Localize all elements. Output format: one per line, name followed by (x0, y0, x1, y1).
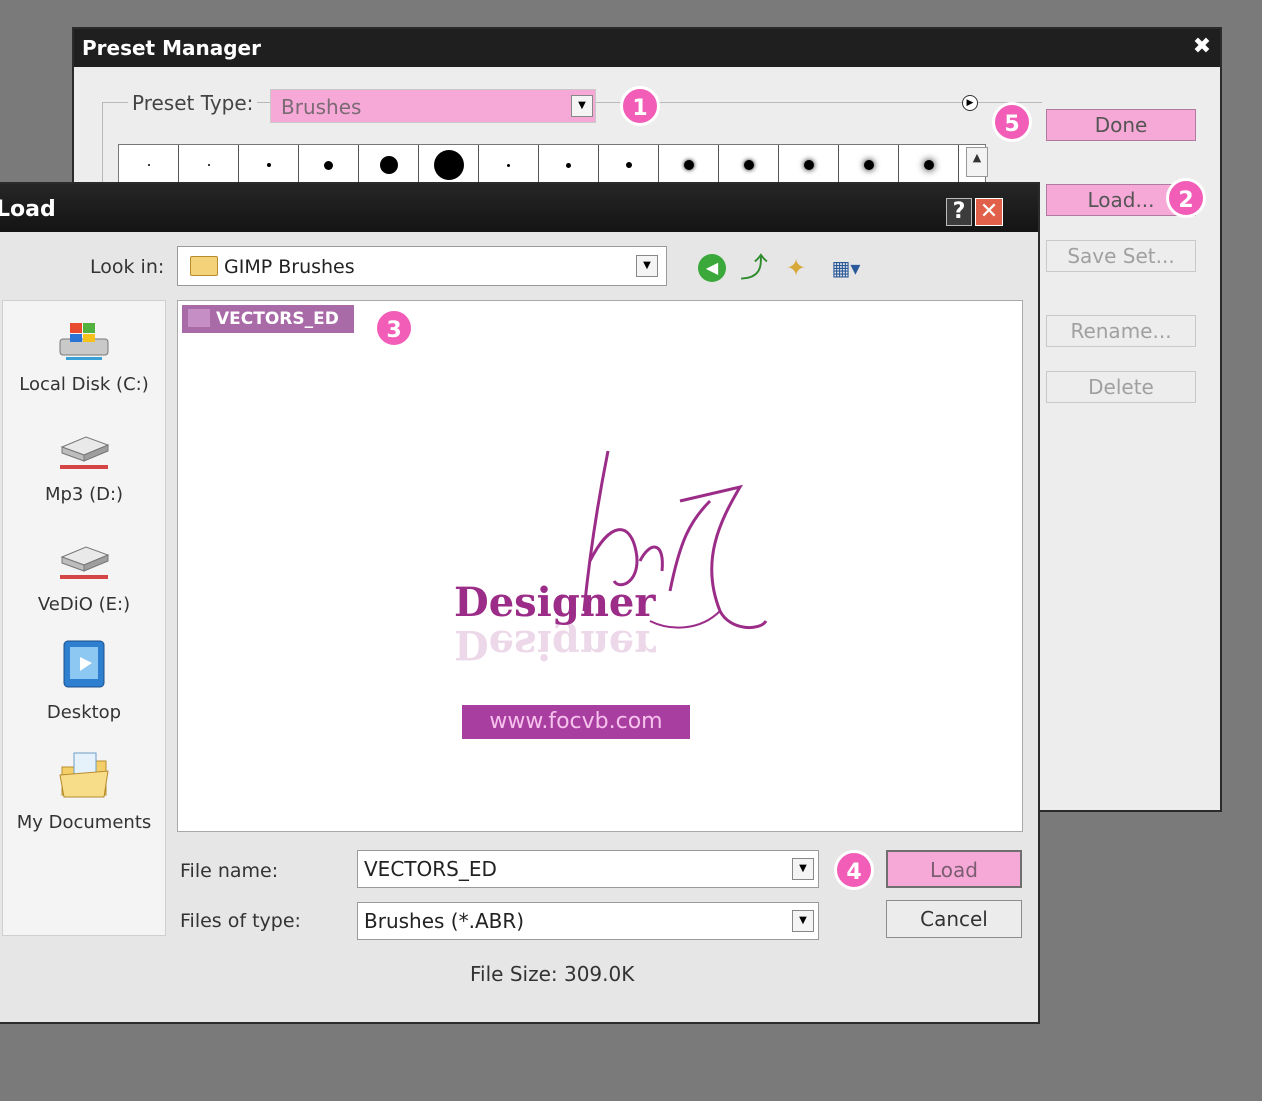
place-desktop[interactable]: Desktop (3, 637, 165, 723)
place-label: Mp3 (D:) (44, 484, 124, 505)
delete-button[interactable]: Delete (1046, 371, 1196, 403)
load-button[interactable]: Load (886, 850, 1022, 888)
brush-thumb[interactable] (119, 145, 179, 185)
brush-thumb[interactable] (299, 145, 359, 185)
files-of-type-label: Files of type: (180, 910, 301, 932)
place-label: My Documents (16, 812, 152, 833)
brush-thumb[interactable] (539, 145, 599, 185)
brush-thumb[interactable] (839, 145, 899, 185)
view-menu-icon[interactable]: ▦▾ (828, 254, 864, 282)
load-dialog-title: Load (0, 184, 1038, 232)
new-folder-icon[interactable]: ✦ (782, 254, 810, 282)
files-of-type-value: Brushes (*.ABR) (364, 909, 525, 933)
preset-type-label: Preset Type: (128, 91, 258, 115)
file-name-field[interactable]: VECTORS_ED ▼ (357, 850, 819, 888)
preset-manager-title: Preset Manager (74, 29, 1220, 67)
logo-reflection: Designer (454, 621, 656, 668)
up-folder-icon[interactable]: ⤴ (740, 254, 768, 282)
place-label: Local Disk (C:) (19, 374, 149, 395)
brush-preview-strip[interactable] (118, 144, 986, 186)
back-icon[interactable]: ◀ (698, 254, 726, 282)
brush-thumb[interactable] (899, 145, 959, 185)
file-size-readout: File Size: 309.0K (470, 962, 635, 986)
preset-type-select[interactable]: Brushes ▼ (270, 89, 596, 123)
help-icon[interactable]: ? (946, 198, 972, 226)
brush-thumb[interactable] (239, 145, 299, 185)
step-badge-4: 4 (834, 850, 874, 890)
save-set-button[interactable]: Save Set... (1046, 240, 1196, 272)
place-local-disk[interactable]: Local Disk (C:) (3, 319, 165, 395)
places-bar: Local Disk (C:) Mp3 (D:) VeDiO (E:) Desk… (2, 300, 166, 936)
close-icon[interactable]: ✕ (975, 198, 1003, 226)
step-badge-2: 2 (1166, 178, 1206, 218)
chevron-down-icon[interactable]: ▼ (636, 255, 658, 277)
close-icon[interactable]: ✖ (1192, 36, 1212, 58)
scroll-up-icon[interactable]: ▲ (966, 147, 988, 177)
chevron-down-icon[interactable]: ▼ (792, 910, 814, 932)
place-vedio-drive[interactable]: VeDiO (E:) (3, 539, 165, 615)
place-label: Desktop (46, 702, 122, 723)
step-badge-1: 1 (620, 86, 660, 126)
logo-url: www.focvb.com (462, 705, 690, 739)
file-item-label: VECTORS_ED (216, 309, 339, 329)
logo-word: Designer (454, 579, 656, 626)
file-name-value: VECTORS_ED (364, 857, 497, 881)
brush-thumb[interactable] (779, 145, 839, 185)
load-dialog: Load ? ✕ Look in: GIMP Brushes ▼ ◀ ⤴ ✦ ▦… (0, 182, 1040, 1024)
file-list[interactable]: VECTORS_ED Designer Designer www.focvb.c… (177, 300, 1023, 832)
file-item-selected[interactable]: VECTORS_ED (182, 305, 354, 333)
my-documents-icon (59, 752, 109, 798)
drive-icon (60, 436, 110, 469)
brush-thumb[interactable] (359, 145, 419, 185)
rename-button[interactable]: Rename... (1046, 315, 1196, 347)
look-in-select[interactable]: GIMP Brushes ▼ (177, 246, 667, 286)
chevron-down-icon[interactable]: ▼ (792, 858, 814, 880)
files-of-type-select[interactable]: Brushes (*.ABR) ▼ (357, 902, 819, 940)
brush-thumb[interactable] (719, 145, 779, 185)
look-in-label: Look in: (90, 256, 165, 278)
step-badge-3: 3 (374, 308, 414, 348)
chevron-down-icon[interactable]: ▼ (571, 95, 593, 117)
menu-arrow-icon[interactable]: ▶ (962, 95, 978, 111)
place-label: VeDiO (E:) (37, 594, 131, 615)
brush-thumb[interactable] (179, 145, 239, 185)
done-button[interactable]: Done (1046, 109, 1196, 141)
desktop-icon (63, 640, 105, 688)
drive-icon (60, 546, 110, 579)
cancel-button[interactable]: Cancel (886, 900, 1022, 938)
brush-thumb[interactable] (419, 145, 479, 185)
brush-thumb[interactable] (479, 145, 539, 185)
brush-file-icon (188, 309, 210, 327)
place-my-documents[interactable]: My Documents (3, 747, 165, 833)
brush-thumb[interactable] (659, 145, 719, 185)
preset-type-value: Brushes (281, 95, 362, 119)
step-badge-5: 5 (992, 102, 1032, 142)
folder-icon (190, 256, 218, 276)
look-in-value: GIMP Brushes (224, 256, 355, 278)
file-name-label: File name: (180, 860, 279, 882)
place-mp3-drive[interactable]: Mp3 (D:) (3, 429, 165, 505)
brush-thumb[interactable] (599, 145, 659, 185)
local-disk-icon (59, 323, 109, 360)
